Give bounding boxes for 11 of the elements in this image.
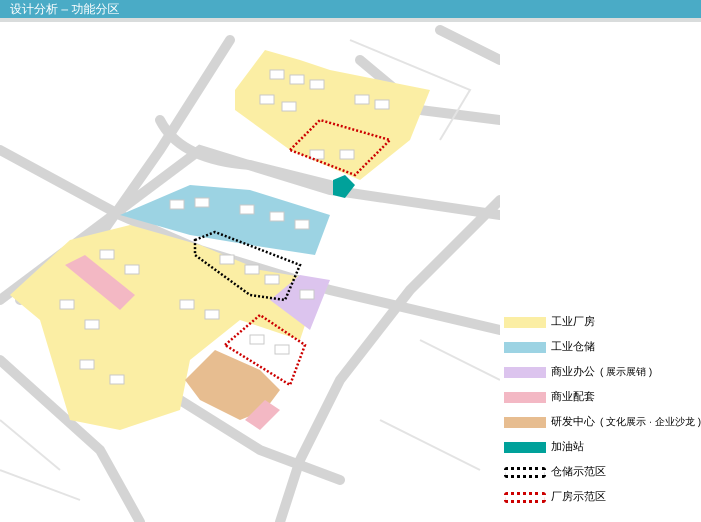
- legend-label: 工业仓储: [551, 342, 595, 353]
- legend-label: 研发中心: [551, 417, 595, 428]
- legend-label: 商业配套: [551, 392, 595, 403]
- legend-label: 仓储示范区: [551, 467, 606, 478]
- page-title: 设计分析 – 功能分区: [10, 3, 120, 15]
- legend-label: 加油站: [551, 442, 584, 453]
- legend-label: 商业办公: [551, 367, 595, 378]
- legend-label: 厂房示范区: [551, 492, 606, 503]
- legend-note: ( 文化展示 · 企业沙龙 ): [600, 418, 701, 428]
- legend-label: 工业厂房: [551, 317, 595, 328]
- legend-note: ( 展示展销 ): [600, 368, 652, 378]
